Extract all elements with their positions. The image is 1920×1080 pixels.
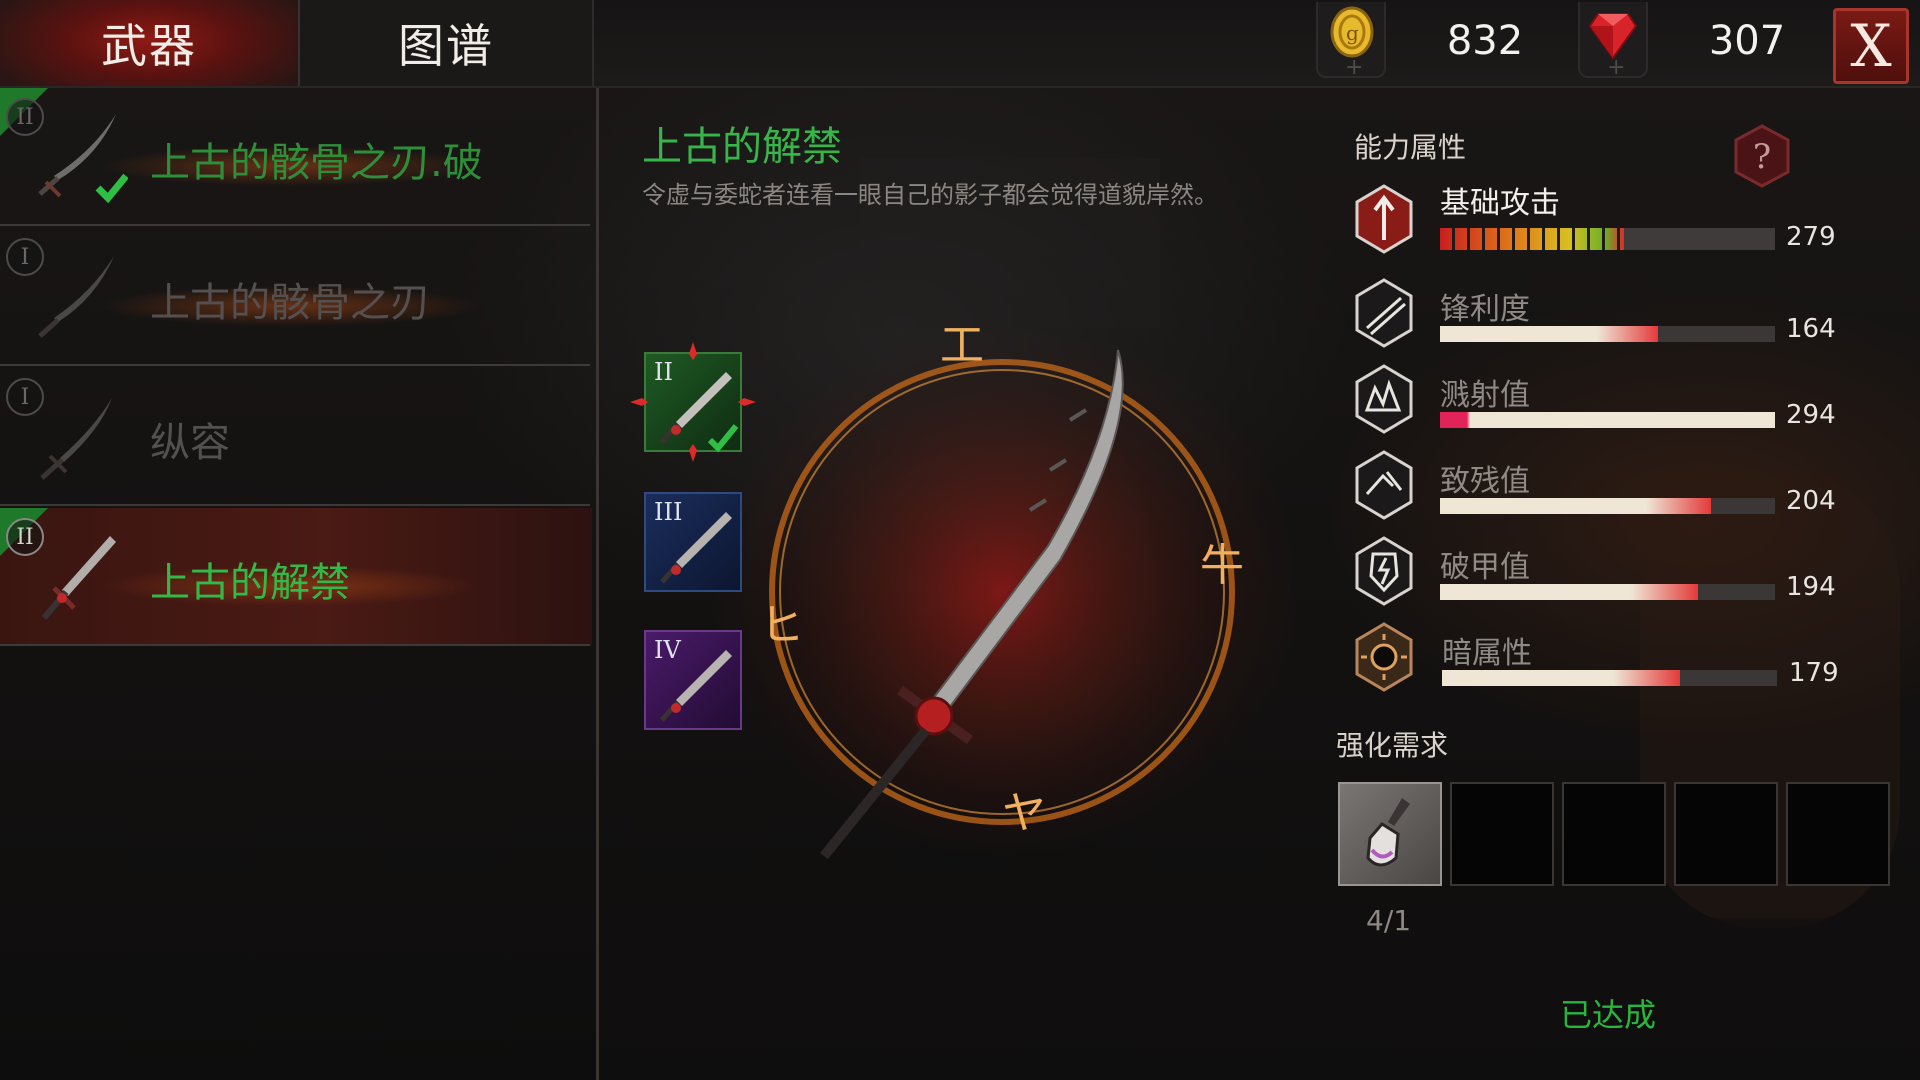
stat-name: 致残值 <box>1440 464 1530 499</box>
stat-bar-fill <box>1440 412 1775 428</box>
stat-value: 294 <box>1786 400 1836 430</box>
cripple-icon <box>1355 450 1413 520</box>
stat-value: 194 <box>1786 572 1836 602</box>
stat-name: 锋利度 <box>1440 292 1530 327</box>
armor-break-icon <box>1355 536 1413 606</box>
stat-bar <box>1440 498 1775 514</box>
weapon-name: 上古的骸骨之刃 <box>150 280 430 326</box>
weapon-list: II 上古的骸骨之刃.破 I 上古的骸骨之刃 I 纵容 II 上古的解禁 <box>0 88 596 1080</box>
stat-bar-fill <box>1440 584 1698 600</box>
sword-icon <box>40 398 112 480</box>
greatsword-icon <box>41 536 116 620</box>
requirement-title: 强化需求 <box>1336 729 1449 762</box>
help-button[interactable]: ? <box>1730 124 1794 188</box>
stat-name: 暗属性 <box>1442 636 1532 671</box>
requirement-slot-5[interactable] <box>1786 782 1890 886</box>
weapon-row-2[interactable]: I 上古的骸骨之刃 <box>0 228 592 366</box>
weapon-row-4-selected[interactable]: II 上古的解禁 <box>0 508 592 646</box>
achieved-status: 已达成 <box>1560 996 1657 1034</box>
gem-amount: 307 <box>1708 18 1786 64</box>
stat-bar <box>1440 228 1775 250</box>
row-divider <box>0 644 590 646</box>
stat-bar-fill <box>1440 498 1712 514</box>
weapon-description: 令虚与委蛇者连看一眼自己的影子都会觉得道貌岸然。 <box>642 181 1218 209</box>
stat-bar <box>1442 670 1777 686</box>
potion-icon <box>1366 798 1410 867</box>
stat-bar <box>1440 584 1775 600</box>
row-divider <box>0 224 590 226</box>
panel-divider <box>596 88 599 1080</box>
stat-value: 204 <box>1786 486 1836 516</box>
requirement-count: 4/1 <box>1366 904 1412 937</box>
sharpness-icon <box>1355 278 1413 348</box>
attack-icon <box>1355 184 1413 254</box>
weapon-title: 上古的解禁 <box>642 124 842 170</box>
requirement-slot-4[interactable] <box>1674 782 1778 886</box>
curved-blade-icon <box>38 114 128 204</box>
tab-codex[interactable]: 图谱 <box>300 0 594 86</box>
stat-name: 溅射值 <box>1440 378 1530 413</box>
coin-amount: 832 <box>1446 18 1524 64</box>
weapon-name: 上古的解禁 <box>150 560 350 606</box>
help-icon: ? <box>1753 137 1771 177</box>
svg-text:工: 工 <box>940 320 984 371</box>
tab-weapon[interactable]: 武器 <box>0 0 300 86</box>
svg-text:ヒ: ヒ <box>760 600 804 651</box>
requirement-slot-2[interactable] <box>1450 782 1554 886</box>
weapon-row-3[interactable]: I 纵容 <box>0 368 592 506</box>
close-button[interactable]: X <box>1833 8 1909 84</box>
red-gem-icon[interactable]: + <box>1578 2 1648 80</box>
stat-value: 179 <box>1789 658 1839 688</box>
splash-icon <box>1355 364 1413 434</box>
svg-text:牛: 牛 <box>1200 540 1244 591</box>
row-divider <box>0 504 590 506</box>
svg-text:ヤ: ヤ <box>1002 788 1046 839</box>
stat-value: 164 <box>1786 314 1836 344</box>
stat-name: 基础攻击 <box>1440 186 1560 221</box>
tier-card-4[interactable]: IV <box>644 630 742 730</box>
stats-title: 能力属性 <box>1354 131 1467 164</box>
weapon-name: 纵容 <box>150 420 230 466</box>
stat-bar-fill <box>1440 228 1625 250</box>
requirement-slot-1[interactable] <box>1338 782 1442 886</box>
weapon-row-1[interactable]: II 上古的骸骨之刃.破 <box>0 88 592 226</box>
tier-card-3[interactable]: III <box>644 492 742 592</box>
requirement-slot-3[interactable] <box>1562 782 1666 886</box>
dark-element-icon <box>1355 622 1413 692</box>
weapon-name: 上古的骸骨之刃.破 <box>150 140 483 186</box>
svg-text:+: + <box>1345 55 1363 76</box>
stat-name: 破甲值 <box>1440 550 1530 585</box>
stat-bar <box>1440 412 1775 428</box>
weapon-showcase: 工 牛 ヒ ヤ <box>752 320 1252 860</box>
stat-value: 279 <box>1786 222 1836 252</box>
gold-coin-icon[interactable]: g + <box>1316 2 1386 80</box>
stat-bar <box>1440 326 1775 342</box>
row-divider <box>0 364 590 366</box>
stat-bar-fill <box>1442 670 1680 686</box>
svg-text:g: g <box>1346 21 1359 45</box>
stat-bar-fill <box>1440 326 1658 342</box>
svg-text:+: + <box>1607 55 1625 76</box>
curved-blade-icon <box>38 256 114 338</box>
